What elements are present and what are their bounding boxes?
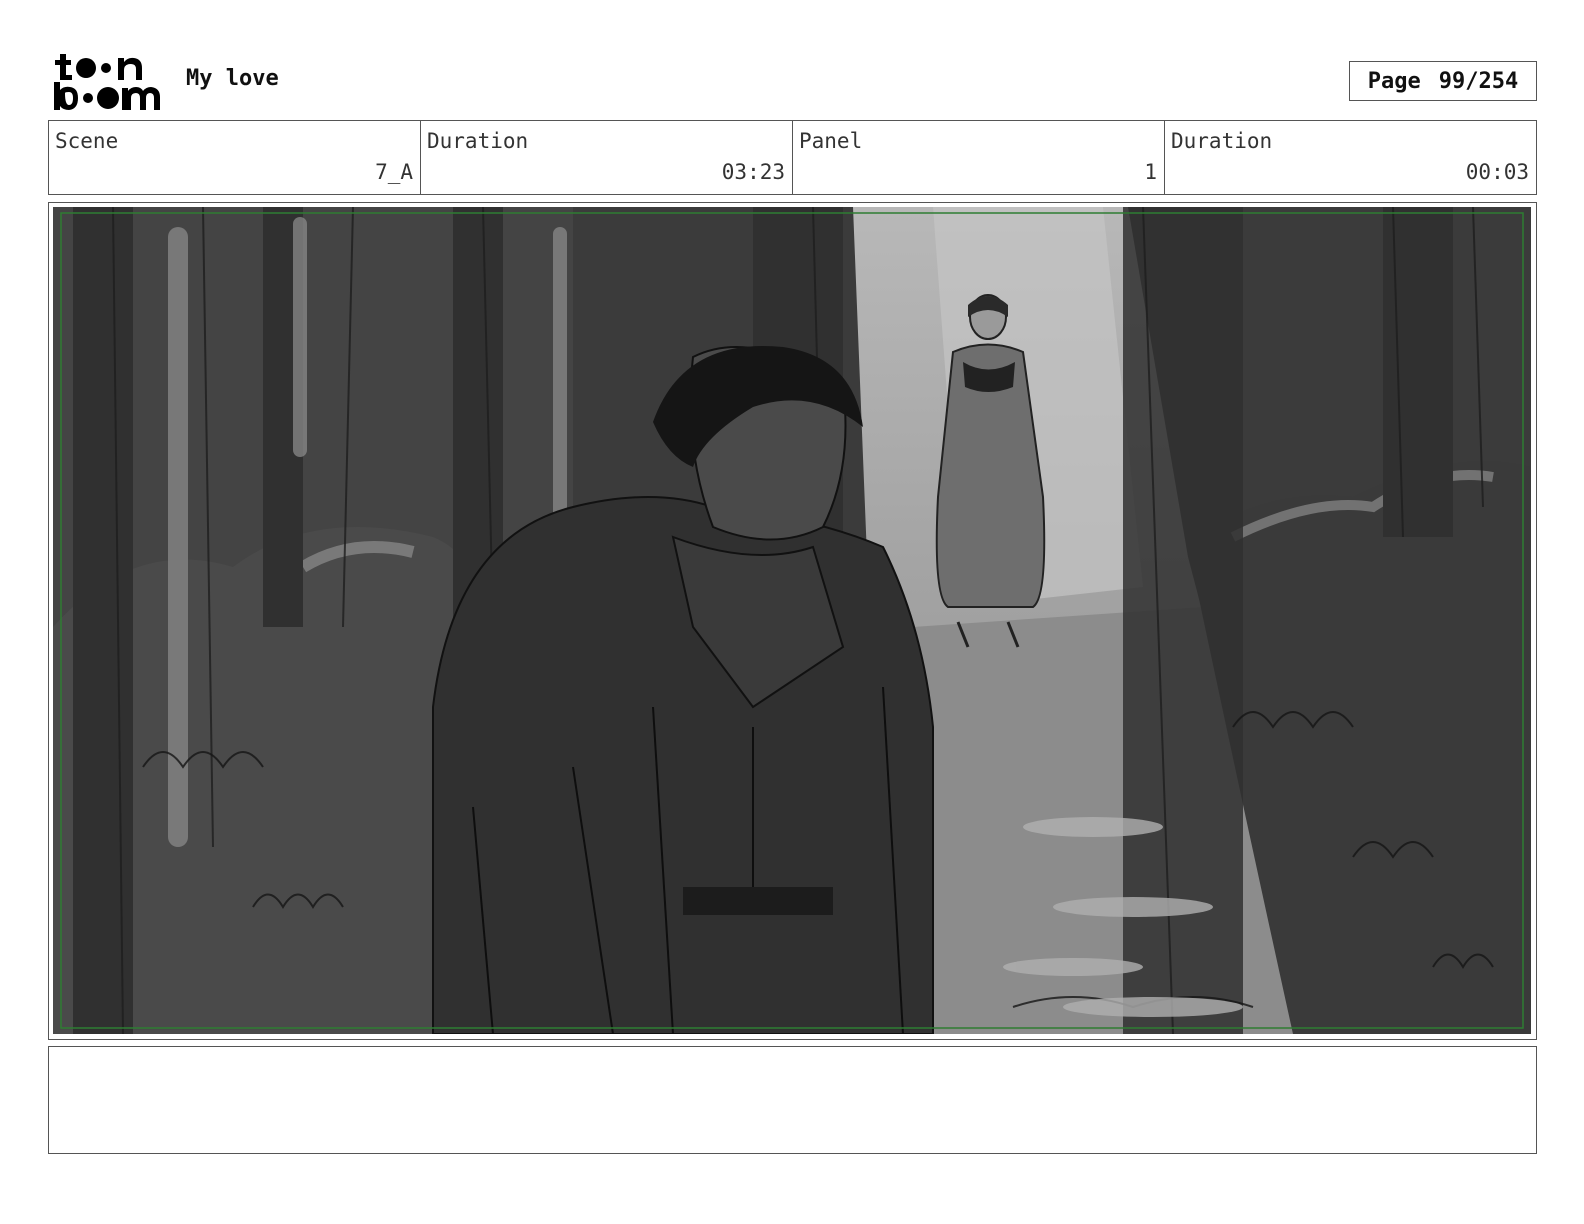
panel-duration-cell: Duration 00:03 bbox=[1165, 121, 1536, 194]
panel-label: Panel bbox=[799, 129, 863, 153]
panel-value: 1 bbox=[1144, 160, 1157, 184]
scene-duration-label: Duration bbox=[427, 129, 529, 153]
panel-notes-box bbox=[48, 1046, 1537, 1154]
scene-duration-cell: Duration 03:23 bbox=[421, 121, 793, 194]
panel-duration-label: Duration bbox=[1171, 129, 1273, 153]
scene-label: Scene bbox=[55, 129, 119, 153]
panel-duration-value: 00:03 bbox=[1465, 160, 1529, 184]
storyboard-sketch-image bbox=[53, 207, 1531, 1034]
storyboard-panel-frame bbox=[48, 202, 1537, 1040]
scene-value: 7_A bbox=[375, 160, 413, 184]
project-title: My love bbox=[186, 66, 279, 91]
toonboom-logo bbox=[54, 54, 160, 110]
scene-info-table: Scene 7_A Duration 03:23 Panel 1 Duratio… bbox=[48, 120, 1537, 195]
page-label: Page bbox=[1367, 68, 1421, 94]
panel-cell: Panel 1 bbox=[793, 121, 1165, 194]
page-indicator: Page 99/254 bbox=[1349, 61, 1537, 101]
page-number: 99/254 bbox=[1438, 68, 1519, 94]
scene-duration-value: 03:23 bbox=[721, 160, 785, 184]
scene-cell: Scene 7_A bbox=[49, 121, 421, 194]
